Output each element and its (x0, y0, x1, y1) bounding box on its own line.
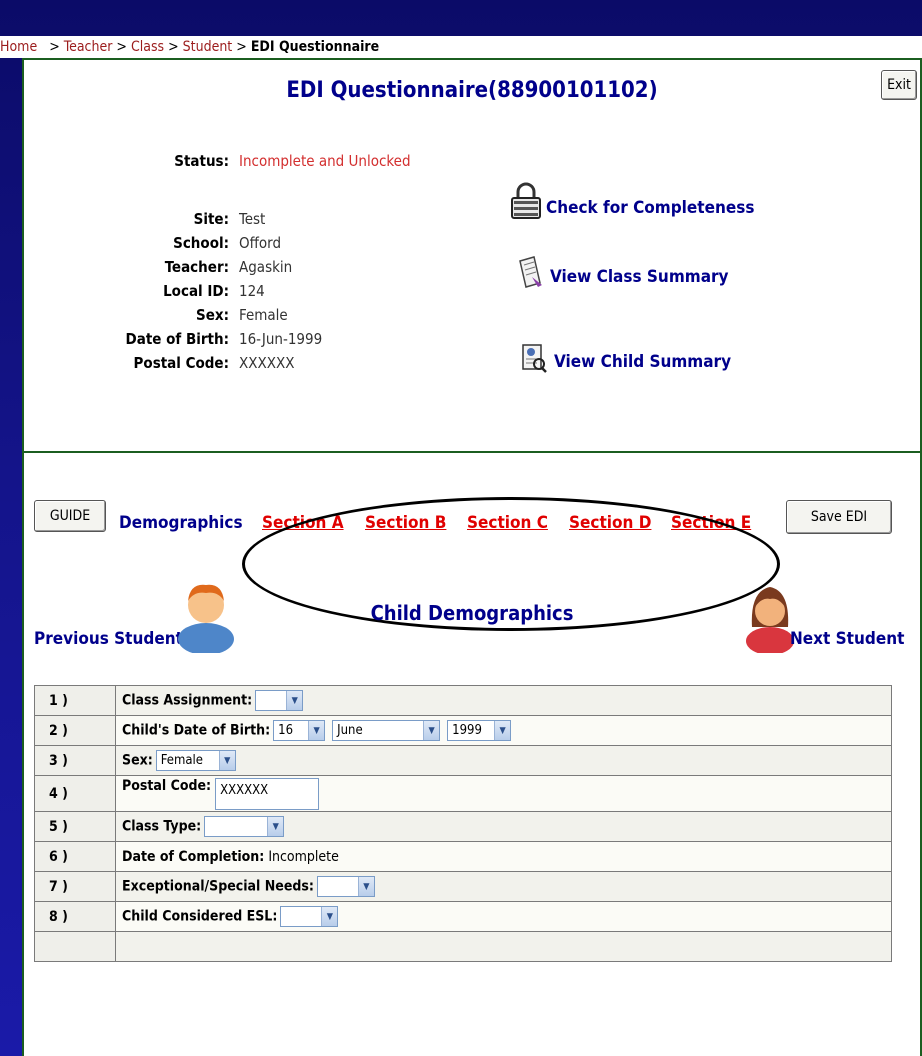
dob-day-select[interactable]: 16 ▼ (273, 720, 326, 741)
completion-date-label: Date of Completion: (122, 848, 265, 865)
chevron-down-icon: ▼ (494, 721, 511, 740)
chevron-down-icon: ▼ (267, 817, 284, 836)
question-number: 6 ) (34, 841, 116, 872)
class-assignment-label: Class Assignment: (122, 692, 253, 709)
demographics-panel: GUIDE Demographics Section A Section B S… (22, 451, 922, 1056)
class-type-label: Class Type: (122, 818, 202, 835)
question-number: 8 ) (34, 901, 116, 932)
check-completeness-label: Check for Completeness (546, 198, 755, 218)
site-label: Site: (193, 210, 229, 228)
question-number (34, 931, 116, 962)
table-row: 3 ) Sex: Female ▼ (34, 745, 892, 776)
postal-value: XXXXXX (239, 354, 295, 372)
breadcrumb-student[interactable]: Student (183, 39, 233, 55)
status-label: Status: (174, 152, 229, 170)
next-student-label: Next Student (790, 629, 905, 649)
tab-demographics[interactable]: Demographics (119, 513, 243, 533)
status-value: Incomplete and Unlocked (239, 152, 411, 170)
sex-value: Female (239, 306, 288, 324)
special-needs-select[interactable]: ▼ (316, 876, 375, 897)
teacher-value: Agaskin (239, 258, 293, 276)
breadcrumb-teacher[interactable]: Teacher (64, 39, 113, 55)
breadcrumb-home[interactable]: Home (0, 39, 37, 55)
view-child-summary-label: View Child Summary (554, 352, 732, 372)
table-row: 8 ) Child Considered ESL: ▼ (34, 901, 892, 932)
esl-label: Child Considered ESL: (122, 908, 278, 925)
postal-code-label: Postal Code: (122, 777, 212, 794)
view-class-summary-label: View Class Summary (550, 267, 729, 287)
table-row: 1 ) Class Assignment: ▼ (34, 685, 892, 716)
table-row: 5 ) Class Type: ▼ (34, 811, 892, 842)
child-dob-label: Child's Date of Birth: (122, 722, 271, 739)
previous-student-label: Previous Student (34, 629, 183, 649)
question-number: 7 ) (34, 871, 116, 902)
postal-code-input[interactable]: XXXXXX (215, 777, 320, 810)
special-needs-label: Exceptional/Special Needs: (122, 878, 314, 895)
table-row: 2 ) Child's Date of Birth: 16 ▼ June ▼ 1999… (34, 715, 892, 746)
local-id-label: Local ID: (163, 282, 229, 300)
table-row: 6 ) Date of Completion: Incomplete (34, 841, 892, 872)
view-child-summary-link[interactable]: View Child Summary (520, 342, 731, 374)
chevron-down-icon: ▼ (423, 721, 440, 740)
view-class-summary-link[interactable]: View Class Summary (514, 255, 729, 289)
school-value: Offord (239, 234, 282, 252)
chevron-down-icon: ▼ (218, 751, 235, 770)
chevron-down-icon: ▼ (357, 877, 374, 896)
chevron-down-icon: ▼ (286, 691, 303, 710)
completion-date-value: Incomplete (268, 848, 339, 865)
esl-select[interactable]: ▼ (280, 906, 339, 927)
question-number: 5 ) (34, 811, 116, 842)
question-number: 4 ) (34, 775, 116, 812)
site-value: Test (239, 210, 266, 228)
boy-student-icon (178, 584, 234, 653)
exit-button[interactable]: Exit (881, 70, 917, 100)
check-completeness-link[interactable]: Check for Completeness (508, 182, 754, 220)
postal-label: Postal Code: (133, 354, 229, 372)
dob-month-select[interactable]: June ▼ (332, 720, 441, 741)
breadcrumb-current: EDI Questionnaire (250, 39, 380, 55)
child-report-icon (522, 344, 547, 373)
table-row (34, 931, 892, 962)
chevron-down-icon: ▼ (321, 907, 338, 926)
question-number: 3 ) (34, 745, 116, 776)
demographics-table: 1 ) Class Assignment: ▼ 2 ) Child's Date … (34, 685, 892, 962)
section-nav: GUIDE Demographics Section A Section B S… (24, 497, 920, 631)
breadcrumb-class[interactable]: Class (131, 39, 164, 55)
class-assignment-select[interactable]: ▼ (255, 690, 304, 711)
page-title: EDI Questionnaire(88900101102) (286, 78, 658, 103)
lock-icon (511, 182, 541, 219)
question-number: 2 ) (34, 715, 116, 746)
dob-label: Date of Birth: (125, 330, 229, 348)
save-edi-button[interactable]: Save EDI (786, 500, 892, 534)
question-number: 1 ) (34, 685, 116, 716)
chevron-down-icon: ▼ (308, 721, 325, 740)
breadcrumb: Home > Teacher > Class > Student > EDI Q… (0, 36, 922, 58)
teacher-label: Teacher: (164, 258, 229, 276)
table-row: 7 ) Exceptional/Special Needs: ▼ (34, 871, 892, 902)
guide-button[interactable]: GUIDE (34, 500, 106, 532)
sex-select[interactable]: Female ▼ (155, 750, 236, 771)
girl-student-icon (746, 587, 794, 653)
dob-value: 16-Jun-1999 (239, 330, 323, 348)
local-id-value: 124 (239, 282, 265, 300)
sex-field-label: Sex: (122, 752, 153, 769)
sex-label: Sex: (196, 306, 229, 324)
document-icon (519, 256, 542, 288)
dob-year-select[interactable]: 1999 ▼ (447, 720, 512, 741)
questionnaire-info-panel: EDI Questionnaire(88900101102) Exit Stat… (22, 58, 922, 453)
table-row: 4 ) Postal Code: XXXXXX (34, 775, 892, 812)
class-type-select[interactable]: ▼ (204, 816, 285, 837)
school-label: School: (173, 234, 229, 252)
